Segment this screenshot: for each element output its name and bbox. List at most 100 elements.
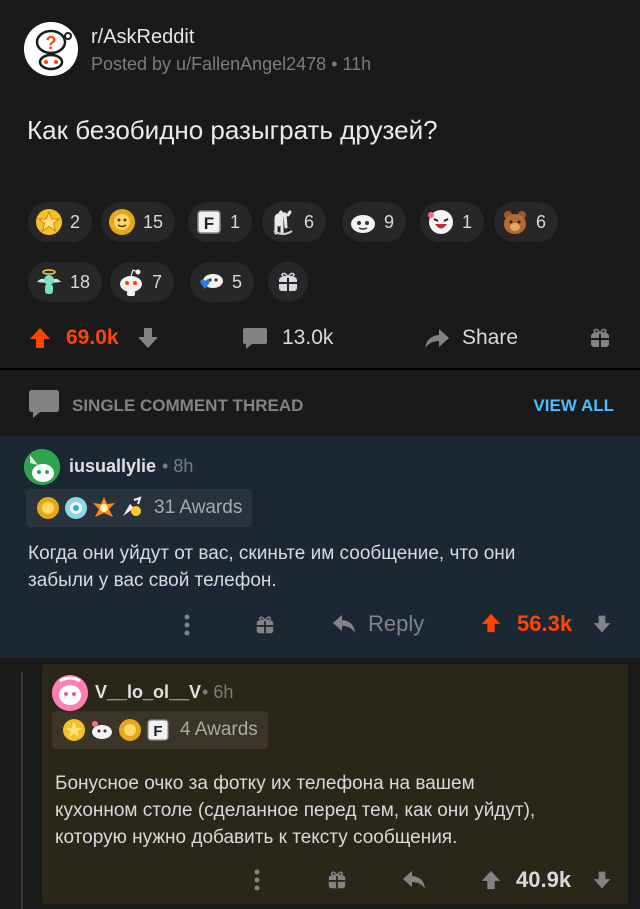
more-options-button[interactable] — [254, 869, 260, 891]
comment-count: 13.0k — [282, 326, 334, 349]
award-press-f[interactable]: F 1 — [188, 202, 253, 242]
snoo-award-icon — [120, 269, 142, 296]
reply-button[interactable] — [402, 869, 426, 891]
avatar[interactable] — [24, 449, 60, 485]
comment-body-line: забыли у вас свой телефон. — [28, 570, 277, 591]
award-count: 2 — [70, 211, 81, 232]
more-options-button[interactable] — [184, 614, 190, 636]
gift-icon — [279, 272, 297, 291]
award-angel[interactable]: 18 — [28, 262, 103, 302]
comment-time: • 8h — [162, 456, 193, 477]
meta-separator: • — [331, 54, 343, 74]
downvote-button[interactable] — [592, 869, 612, 891]
comment-awards[interactable]: F 4 Awards — [52, 711, 268, 749]
platinum-award-icon — [65, 497, 87, 519]
comment-score: 56.3k — [517, 611, 573, 636]
downvote-arrow-icon — [593, 871, 611, 889]
comment-age: 8h — [173, 456, 194, 476]
comment-username[interactable]: iusuallylie — [69, 456, 156, 477]
avatar[interactable] — [52, 675, 88, 711]
comment-age: 6h — [213, 682, 234, 702]
silver-star-award-icon — [63, 719, 85, 741]
thread-label: SINGLE COMMENT THREAD — [72, 396, 304, 415]
post-card: ? r/AskReddit Posted by u/FallenAngel247… — [0, 0, 640, 368]
award-count: 6 — [536, 211, 547, 232]
comment-body-line: кухонном столе (сделанное перед тем, как… — [55, 800, 536, 821]
upvote-button[interactable] — [480, 869, 502, 891]
downvote-button[interactable] — [136, 326, 160, 350]
award-count: 1 — [462, 211, 473, 232]
award-gold[interactable]: 15 — [101, 202, 176, 242]
post-title: Как безобидно разыграть друзей? — [27, 115, 438, 145]
gold-lion-award-icon — [119, 719, 141, 741]
posted-by[interactable]: Posted by u/FallenAngel2478 — [91, 54, 326, 74]
subreddit-name[interactable]: r/AskReddit — [91, 26, 194, 49]
upvote-button[interactable] — [480, 612, 502, 634]
downvote-button[interactable] — [592, 613, 612, 635]
heart-snoo-award-icon — [200, 274, 223, 289]
awards-count: 4 Awards — [180, 719, 258, 740]
vertical-dots-icon — [254, 869, 260, 891]
comment-body-line: Когда они уйдут от вас, скиньте им сообщ… — [28, 543, 516, 564]
comment-bubble-icon — [243, 328, 267, 349]
user-avatar-icon — [52, 675, 88, 711]
award-snoo[interactable]: 7 — [110, 262, 175, 302]
upvote-button[interactable] — [28, 326, 52, 350]
gift-icon — [328, 871, 346, 889]
svg-text:F: F — [204, 214, 214, 233]
award-laughing[interactable]: 1 — [420, 202, 485, 242]
post-gift-button[interactable] — [588, 326, 612, 350]
share-arrow-icon — [425, 329, 449, 348]
post-score: 69.0k — [66, 326, 119, 349]
comment: V__lo_ol__V • 6h F 4 Awards Бонусное очк… — [42, 664, 628, 904]
upvote-arrow-icon — [481, 870, 501, 890]
give-award-button[interactable] — [326, 869, 348, 891]
vertical-dots-icon — [184, 614, 190, 636]
comment-body: Когда они уйдут от вас, скиньте им сообщ… — [28, 540, 515, 594]
press-f-award-icon: F — [147, 719, 169, 741]
award-heart-snoo[interactable]: 5 — [190, 262, 255, 302]
clapping-hands-award-icon — [273, 210, 293, 235]
award-count: 18 — [70, 271, 91, 292]
subreddit-avatar[interactable]: ? — [24, 22, 78, 76]
reply-label: Reply — [368, 611, 425, 636]
comment-time: • 6h — [202, 682, 233, 703]
gold-lion-award-icon — [109, 209, 135, 235]
give-award-button[interactable] — [254, 614, 276, 636]
rocket-like-award-icon — [123, 496, 142, 516]
view-all-link[interactable]: VIEW ALL — [533, 396, 614, 416]
award-snoo-face[interactable]: 9 — [342, 202, 407, 242]
gold-lion-award-icon — [37, 497, 59, 519]
award-count: 1 — [230, 211, 241, 232]
comment-body-line: Бонусное очко за фотку их телефона на ва… — [55, 773, 475, 794]
snoo-face-award-icon — [92, 721, 112, 739]
mind-blown-award-icon — [93, 497, 115, 517]
comment-awards[interactable]: 31 Awards — [26, 489, 253, 527]
share-button[interactable]: Share — [424, 326, 518, 350]
askreddit-icon: ? — [24, 22, 78, 76]
thread-line[interactable] — [21, 672, 23, 909]
press-f-award-icon: F — [197, 210, 221, 234]
award-silver[interactable]: 2 — [28, 202, 93, 242]
angel-award-icon — [37, 269, 61, 294]
laughing-face-award-icon — [428, 210, 453, 234]
downvote-arrow-icon — [593, 615, 611, 633]
give-award-button[interactable] — [268, 262, 308, 302]
share-label: Share — [462, 326, 519, 349]
comment-username[interactable]: V__lo_ol__V — [95, 682, 201, 703]
gift-icon — [591, 328, 609, 347]
award-count: 9 — [384, 211, 395, 232]
award-count: 5 — [232, 271, 243, 292]
reply-button[interactable]: Reply — [332, 611, 424, 637]
silver-star-award-icon — [36, 209, 62, 235]
user-avatar-icon — [24, 449, 60, 485]
post-time: 11h — [342, 54, 372, 74]
post-actions: 69.0k 13.0k Share — [0, 318, 640, 358]
comments-button[interactable]: 13.0k — [242, 326, 333, 350]
meta-separator: • — [202, 682, 214, 702]
svg-text:?: ? — [46, 33, 57, 53]
awards-count: 31 Awards — [154, 497, 243, 518]
award-bear[interactable]: 6 — [494, 202, 559, 242]
comment: iusuallylie • 8h 31 Awards Когда они уйд… — [0, 436, 640, 658]
award-clap[interactable]: 6 — [262, 202, 327, 242]
